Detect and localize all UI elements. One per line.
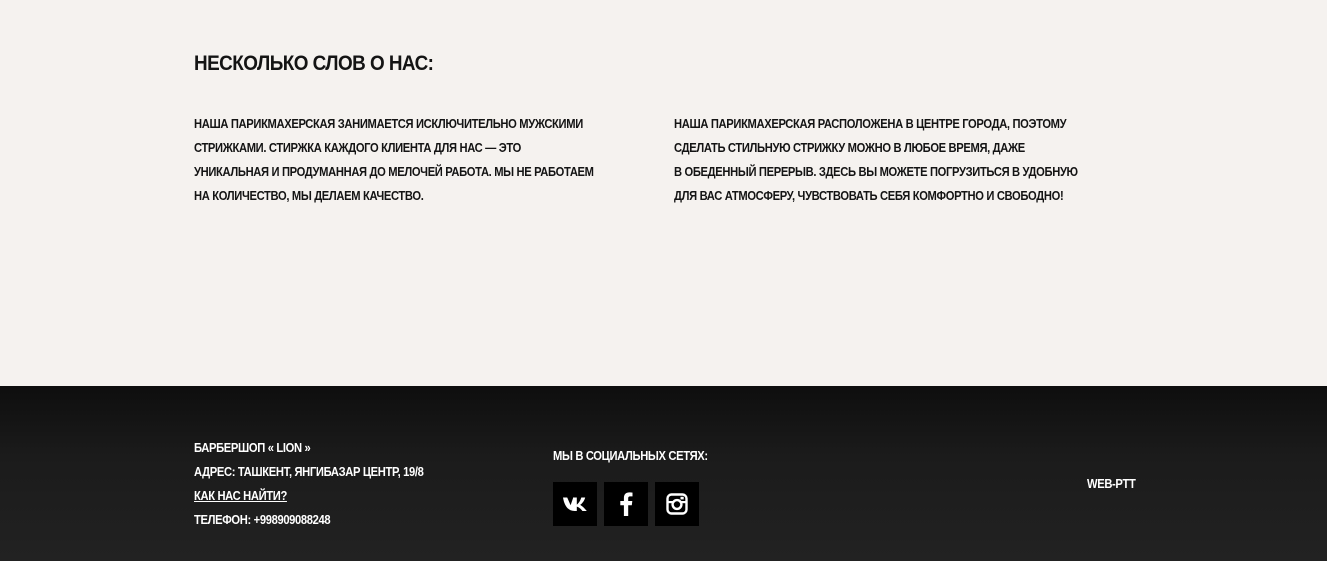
facebook-icon <box>620 492 633 516</box>
footer-address: АДРЕС: ТАШКЕНТ, ЯНГИБАЗАР ЦЕНТР, 19/8 <box>194 464 424 479</box>
about-text-right: НАША ПАРИКМАХЕРСКАЯ РАСПОЛОЖЕНА В ЦЕНТРЕ… <box>674 112 1094 208</box>
site-footer: БАРБЕРШОП « LION » АДРЕС: ТАШКЕНТ, ЯНГИБ… <box>0 386 1327 561</box>
instagram-button[interactable] <box>655 482 699 526</box>
about-left-line: НА КОЛИЧЕСТВО, МЫ ДЕЛАЕМ КАЧЕСТВО. <box>194 188 424 203</box>
social-title: МЫ В СОЦИАЛЬНЫХ СЕТЯХ: <box>553 448 708 463</box>
about-section: НЕСКОЛЬКО СЛОВ О НАС: НАША ПАРИКМАХЕРСКА… <box>0 0 1327 386</box>
about-left-line: СТРИЖКАМИ. СТИРЖКА КАЖДОГО КЛИЕНТА ДЛЯ Н… <box>194 140 521 155</box>
footer-contact-info: БАРБЕРШОП « LION » АДРЕС: ТАШКЕНТ, ЯНГИБ… <box>194 436 461 532</box>
about-right-line: СДЕЛАТЬ СТИЛЬНУЮ СТРИЖКУ МОЖНО В ЛЮБОЕ В… <box>674 140 1025 155</box>
social-block: МЫ В СОЦИАЛЬНЫХ СЕТЯХ: <box>553 444 733 526</box>
facebook-button[interactable] <box>604 482 648 526</box>
vk-button[interactable] <box>553 482 597 526</box>
about-left-line: УНИКАЛЬНАЯ И ПРОДУМАННАЯ ДО МЕЛОЧЕЙ РАБО… <box>194 164 594 179</box>
about-right-line: НАША ПАРИКМАХЕРСКАЯ РАСПОЛОЖЕНА В ЦЕНТРЕ… <box>674 116 1067 131</box>
footer-brand: БАРБЕРШОП « LION » <box>194 440 311 455</box>
about-text-left: НАША ПАРИКМАХЕРСКАЯ ЗАНИМАЕТСЯ ИСКЛЮЧИТЕ… <box>194 112 614 208</box>
footer-phone: ТЕЛЕФОН: +998909088248 <box>194 512 331 527</box>
instagram-icon <box>666 493 688 515</box>
about-right-line: ДЛЯ ВАС АТМОСФЕРУ, ЧУВСТВОВАТЬ СЕБЯ КОМФ… <box>674 188 1064 203</box>
about-left-line: НАША ПАРИКМАХЕРСКАЯ ЗАНИМАЕТСЯ ИСКЛЮЧИТЕ… <box>194 116 583 131</box>
social-icons <box>553 482 699 526</box>
find-us-link[interactable]: КАК НАС НАЙТИ? <box>194 484 423 508</box>
about-title: НЕСКОЛЬКО СЛОВ О НАС: <box>194 52 434 75</box>
about-right-line: В ОБЕДЕННЫЙ ПЕРЕРЫВ. ЗДЕСЬ ВЫ МОЖЕТЕ ПОГ… <box>674 164 1078 179</box>
developer-credit[interactable]: WEB-PTT <box>1087 472 1136 496</box>
vk-icon <box>563 497 587 511</box>
